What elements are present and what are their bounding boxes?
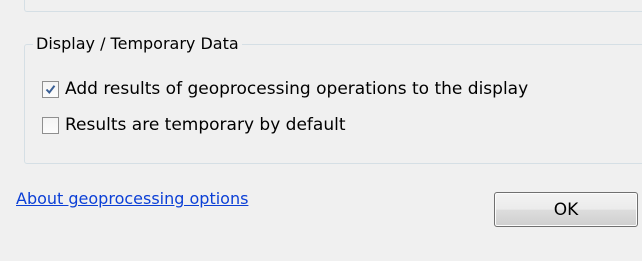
about-geoprocessing-link[interactable]: About geoprocessing options	[16, 189, 248, 208]
add-results-option[interactable]: Add results of geoprocessing operations …	[42, 79, 528, 99]
group-title: Display / Temporary Data	[33, 34, 242, 54]
temporary-results-checkbox[interactable]	[42, 116, 59, 134]
ok-button[interactable]: OK	[494, 192, 638, 227]
checkmark-icon	[45, 84, 56, 94]
temporary-results-label: Results are temporary by default	[65, 115, 346, 135]
add-results-checkbox[interactable]	[42, 80, 59, 98]
previous-group-box	[24, 0, 642, 12]
display-temporary-data-group	[24, 44, 642, 164]
add-results-label: Add results of geoprocessing operations …	[65, 79, 529, 99]
temporary-results-option[interactable]: Results are temporary by default	[42, 115, 346, 135]
